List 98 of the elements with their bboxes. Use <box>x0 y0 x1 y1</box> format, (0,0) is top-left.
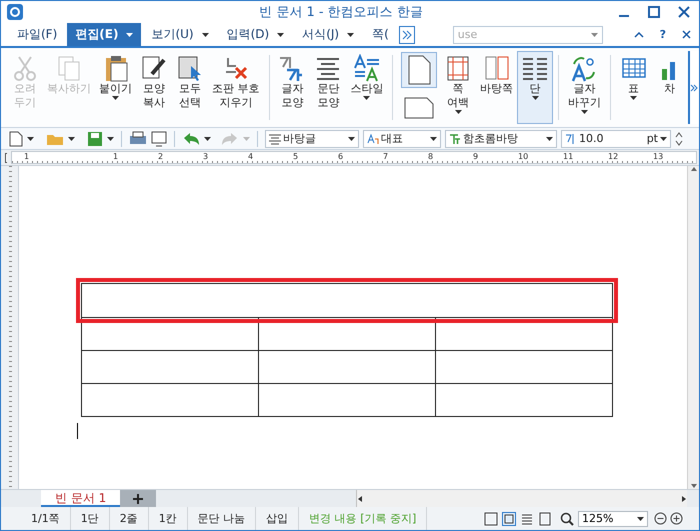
ruler-number: 7 <box>382 152 390 161</box>
menu-tab[interactable]: 파일(F) <box>9 23 66 46</box>
print-icon[interactable] <box>129 130 147 146</box>
menu-tab[interactable]: 입력(D) <box>218 23 292 46</box>
collapse-icon[interactable] <box>634 32 644 38</box>
undo-icon[interactable] <box>182 132 200 146</box>
font-icon <box>449 132 461 144</box>
chart-button[interactable]: 차 <box>652 51 688 124</box>
caret-icon <box>107 136 114 140</box>
style-icon <box>352 54 381 82</box>
plus-icon <box>133 494 144 504</box>
maximize-icon <box>648 6 660 18</box>
master-page-button[interactable]: 바탕쪽 <box>476 51 518 124</box>
new-document-icon[interactable] <box>9 130 23 146</box>
language-dropdown[interactable]: 대표 <box>363 130 441 148</box>
ruler-number: 9 <box>472 152 480 161</box>
caret-icon <box>546 136 553 140</box>
char-shape-button[interactable]: 글자 모양 <box>274 51 310 124</box>
replace-text-button[interactable]: 글자 바꾸기 <box>564 51 605 124</box>
caret-icon <box>204 136 211 140</box>
zoom-in-icon[interactable] <box>670 512 683 525</box>
window-title: 빈 문서 1 - 한컴오피스 한글 <box>258 4 424 21</box>
style-icon <box>269 132 281 144</box>
status-text: 2줄 <box>110 507 149 530</box>
list-view-icon[interactable] <box>520 512 534 526</box>
caret-icon <box>430 136 437 140</box>
scissors-icon <box>11 54 39 82</box>
menu-tab[interactable]: 쪽( <box>364 23 397 46</box>
ruler-number: 3 <box>202 152 210 161</box>
app-logo-icon <box>7 4 23 20</box>
ruler-number: 10 <box>517 152 530 161</box>
status-text: 1칸 <box>148 507 188 530</box>
status-text: 1단 <box>70 507 110 530</box>
text-cursor <box>77 423 78 439</box>
menu-tab[interactable]: 서식(J) <box>294 23 362 46</box>
ruler-number: 12 <box>607 152 620 161</box>
close-icon <box>678 6 690 18</box>
page-view-icon[interactable] <box>502 512 516 526</box>
portrait-page-button[interactable] <box>401 52 438 88</box>
format-copy-button[interactable]: 모양 복사 <box>136 51 172 124</box>
status-text: 삽입 <box>256 507 300 530</box>
menu-tab[interactable]: 보기(U) <box>143 23 217 46</box>
delete-marks-button[interactable]: 조판 부호 지우기 <box>208 51 264 124</box>
ruler-number: 13 <box>652 152 664 161</box>
style-button[interactable]: 스타일 <box>346 51 388 124</box>
caret-icon <box>637 516 644 520</box>
zoom-dropdown[interactable]: 125% <box>578 510 648 526</box>
caret-icon <box>27 136 34 140</box>
style-dropdown[interactable]: 바탕글 <box>265 130 359 148</box>
status-text: 문단 나눔 <box>188 507 256 530</box>
paste-button[interactable]: 붙이기 <box>95 51 136 124</box>
font-size-field[interactable]: 10.0 pt <box>561 130 671 148</box>
view-mode-icon[interactable] <box>484 512 498 526</box>
scroll-right-icon[interactable] <box>681 494 687 502</box>
search-icon[interactable] <box>560 512 574 526</box>
status-text: 1/1쪽 <box>1 507 71 530</box>
ruler-number: 1 <box>23 152 30 161</box>
master-page-icon <box>482 54 511 82</box>
document-view-icon[interactable] <box>538 512 552 526</box>
preview-icon[interactable] <box>151 130 167 146</box>
language-icon <box>367 132 379 144</box>
columns-button[interactable]: 단 <box>517 51 554 124</box>
help-button[interactable]: ? <box>660 28 666 41</box>
vertical-scrollbar[interactable] <box>687 166 699 489</box>
close-icon[interactable] <box>682 30 691 39</box>
horizontal-scrollbar[interactable] <box>356 490 687 507</box>
scroll-down-icon[interactable] <box>690 483 698 489</box>
caret-icon <box>660 136 667 140</box>
paragraph-shape-button[interactable]: 문단 모양 <box>310 51 346 124</box>
save-icon[interactable] <box>87 130 103 146</box>
ruler-corner-icon <box>5 152 7 162</box>
ruler-number: 11 <box>562 152 574 161</box>
document-tab[interactable]: 빈 문서 1 <box>41 490 120 507</box>
more-icon[interactable] <box>398 26 415 44</box>
spin-icon[interactable] <box>675 130 683 146</box>
table-button[interactable]: 표 <box>616 51 652 124</box>
ruler-number: 2 <box>157 152 164 161</box>
select-all-button[interactable]: 모두 선택 <box>172 51 208 124</box>
scroll-up-icon[interactable] <box>690 166 698 172</box>
caret-icon <box>590 32 598 36</box>
ruler-number: 1 <box>112 152 120 161</box>
zoom-out-icon[interactable] <box>654 512 667 525</box>
margin-button[interactable]: 쪽 여백 <box>440 51 476 124</box>
caret-icon <box>348 136 355 140</box>
add-tab-button[interactable] <box>120 490 156 507</box>
minimize-icon <box>619 15 629 17</box>
page-icon <box>404 97 434 119</box>
ruler-number: 4 <box>247 152 254 161</box>
ruler-number: 8 <box>427 152 434 161</box>
font-dropdown[interactable]: 함초롬바탕 <box>445 130 557 148</box>
ruler-number: 6 <box>337 152 344 161</box>
page-icon <box>406 55 432 85</box>
caret-icon <box>68 136 75 140</box>
ribbon-more-button[interactable] <box>688 51 699 124</box>
caret-icon <box>243 136 250 140</box>
menu-tab[interactable]: 편집(E) <box>67 23 142 46</box>
scroll-left-icon[interactable] <box>357 494 364 502</box>
ruler-number: 5 <box>292 152 300 161</box>
